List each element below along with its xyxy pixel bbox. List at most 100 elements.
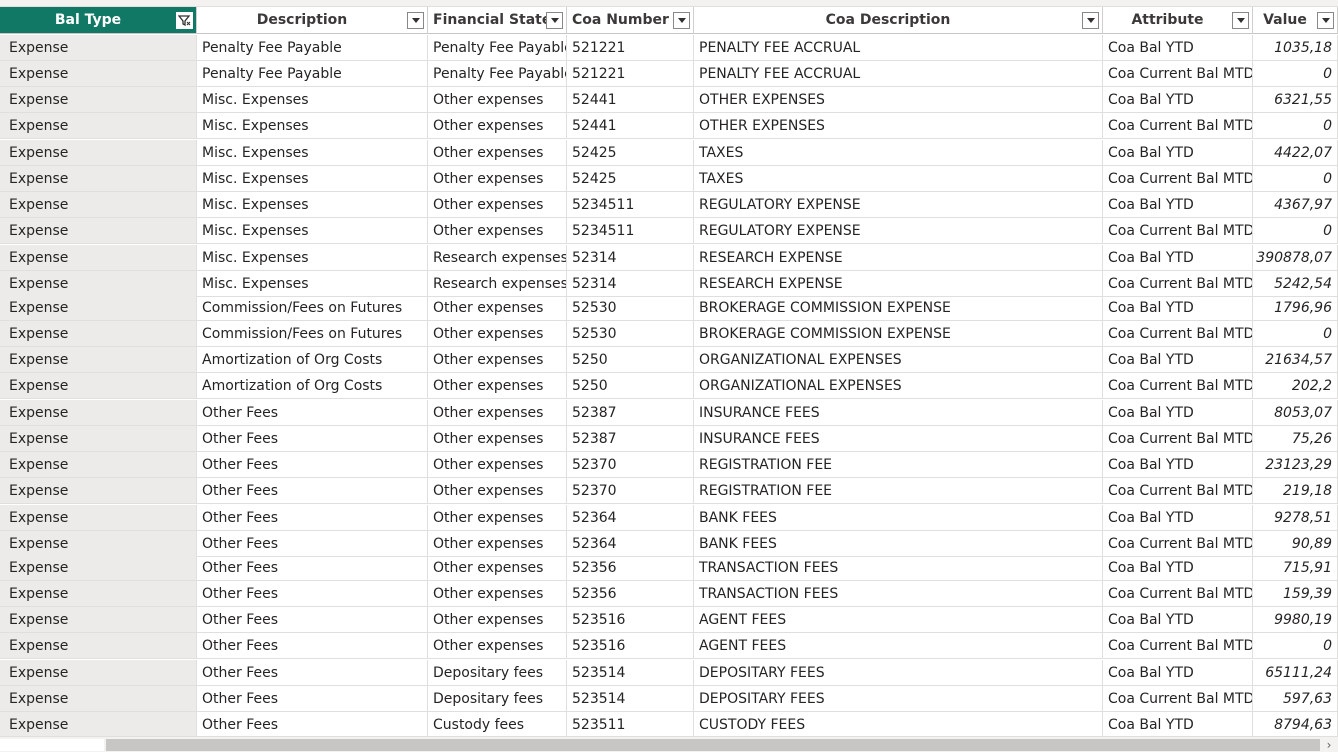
table-row[interactable]: Expense Other Fees Other expenses 52370 REGI… bbox=[0, 478, 1338, 504]
cell-coa-number: 523511 bbox=[567, 712, 694, 736]
cell-financial-statement: Penalty Fee Payable bbox=[428, 61, 567, 87]
cell-coa-description: RESEARCH EXPENSE bbox=[694, 245, 1103, 271]
cell-description: Misc. Expenses bbox=[197, 87, 428, 113]
cell-coa-number: 5234511 bbox=[567, 192, 694, 218]
chevron-down-icon[interactable] bbox=[1082, 11, 1099, 29]
column-header-label: Attribute bbox=[1131, 12, 1204, 28]
table-row[interactable]: Expense Other Fees Other expenses 523516 AGE… bbox=[0, 633, 1338, 659]
table-row[interactable]: Expense Other Fees Other expenses 52356 TRAN… bbox=[0, 581, 1338, 607]
column-header-label: Coa Description bbox=[825, 12, 951, 28]
column-header-financial-statement[interactable]: Financial Stater bbox=[428, 7, 567, 34]
table-row[interactable]: Expense Other Fees Other expenses 52370 REGI… bbox=[0, 452, 1338, 478]
table-row[interactable]: Expense Misc. Expenses Other expenses 52441… bbox=[0, 113, 1338, 139]
table-row[interactable]: Expense Commission/Fees on Futures Other e… bbox=[0, 295, 1338, 321]
cell-attribute: Coa Current Bal MTD bbox=[1103, 166, 1253, 192]
scroll-right-arrow-icon[interactable]: › bbox=[1322, 737, 1336, 752]
cell-value: 9278,51 bbox=[1253, 505, 1338, 531]
cell-attribute: Coa Bal YTD bbox=[1103, 192, 1253, 218]
cell-coa-description: INSURANCE FEES bbox=[694, 400, 1103, 426]
cell-bal-type: Expense bbox=[0, 245, 197, 271]
table-row[interactable]: Expense Other Fees Other expenses 52364 BANK… bbox=[0, 531, 1338, 557]
cell-financial-statement: Other expenses bbox=[428, 113, 567, 139]
table-row[interactable]: Expense Other Fees Other expenses 52387 INSU… bbox=[0, 426, 1338, 452]
cell-bal-type: Expense bbox=[0, 35, 197, 61]
column-header-description[interactable]: Description bbox=[197, 7, 428, 34]
cell-financial-statement: Other expenses bbox=[428, 295, 567, 321]
cell-financial-statement: Research expenses bbox=[428, 245, 567, 271]
table-row[interactable]: Expense Misc. Expenses Research expenses 52… bbox=[0, 271, 1338, 297]
table-row[interactable]: Expense Amortization of Org Costs Other ex… bbox=[0, 373, 1338, 399]
chevron-down-icon[interactable] bbox=[1232, 11, 1249, 29]
chevron-down-icon[interactable] bbox=[1317, 11, 1334, 29]
table-row[interactable]: Expense Misc. Expenses Other expenses 52425… bbox=[0, 140, 1338, 166]
cell-value: 0 bbox=[1253, 218, 1338, 244]
cell-description: Misc. Expenses bbox=[197, 245, 428, 271]
cell-value: 9980,19 bbox=[1253, 607, 1338, 633]
table-row[interactable]: Expense Amortization of Org Costs Other ex… bbox=[0, 347, 1338, 373]
chevron-down-icon[interactable] bbox=[673, 11, 690, 29]
cell-attribute: Coa Current Bal MTD bbox=[1103, 633, 1253, 659]
table-row[interactable]: Expense Other Fees Depositary fees 523514 DE… bbox=[0, 686, 1338, 712]
cell-bal-type: Expense bbox=[0, 61, 197, 87]
cell-coa-number: 523516 bbox=[567, 607, 694, 633]
table-row[interactable]: Expense Other Fees Other expenses 52364 BANK… bbox=[0, 505, 1338, 531]
filter-icon[interactable] bbox=[176, 11, 193, 29]
cell-coa-number: 523516 bbox=[567, 633, 694, 659]
cell-bal-type: Expense bbox=[0, 295, 197, 321]
cell-financial-statement: Other expenses bbox=[428, 505, 567, 531]
cell-coa-number: 5250 bbox=[567, 373, 694, 399]
cell-financial-statement: Other expenses bbox=[428, 531, 567, 557]
cell-financial-statement: Other expenses bbox=[428, 140, 567, 166]
cell-attribute: Coa Current Bal MTD bbox=[1103, 531, 1253, 557]
table-row[interactable]: Expense Penalty Fee Payable Penalty Fee Pa… bbox=[0, 35, 1338, 61]
table-row[interactable]: Expense Other Fees Other expenses 52387 INSU… bbox=[0, 400, 1338, 426]
chevron-down-icon[interactable] bbox=[407, 11, 424, 29]
cell-coa-description: REGULATORY EXPENSE bbox=[694, 192, 1103, 218]
cell-value: 219,18 bbox=[1253, 478, 1338, 504]
column-header-value[interactable]: Value bbox=[1253, 7, 1338, 34]
table-row[interactable]: Expense Misc. Expenses Other expenses 52425… bbox=[0, 166, 1338, 192]
cell-value: 159,39 bbox=[1253, 581, 1338, 607]
scrollbar-track[interactable] bbox=[0, 739, 104, 751]
cell-description: Penalty Fee Payable bbox=[197, 61, 428, 87]
cell-bal-type: Expense bbox=[0, 607, 197, 633]
column-header-coa-description[interactable]: Coa Description bbox=[694, 7, 1103, 34]
cell-coa-description: OTHER EXPENSES bbox=[694, 113, 1103, 139]
cell-coa-description: TRANSACTION FEES bbox=[694, 581, 1103, 607]
cell-bal-type: Expense bbox=[0, 321, 197, 347]
cell-description: Misc. Expenses bbox=[197, 218, 428, 244]
cell-value: 0 bbox=[1253, 61, 1338, 87]
table-row[interactable]: Expense Other Fees Other expenses 52356 TRAN… bbox=[0, 555, 1338, 581]
table-row[interactable]: Expense Commission/Fees on Futures Other e… bbox=[0, 321, 1338, 347]
table-row[interactable]: Expense Misc. Expenses Other expenses 52441… bbox=[0, 87, 1338, 113]
cell-coa-description: OTHER EXPENSES bbox=[694, 87, 1103, 113]
scrollbar-thumb[interactable] bbox=[106, 739, 1320, 751]
cell-attribute: Coa Bal YTD bbox=[1103, 87, 1253, 113]
horizontal-scrollbar[interactable]: › bbox=[0, 736, 1338, 752]
column-header-coa-number[interactable]: Coa Number bbox=[567, 7, 694, 34]
cell-description: Amortization of Org Costs bbox=[197, 373, 428, 399]
table-row[interactable]: Expense Misc. Expenses Other expenses 52345… bbox=[0, 218, 1338, 244]
cell-coa-description: BROKERAGE COMMISSION EXPENSE bbox=[694, 321, 1103, 347]
cell-attribute: Coa Bal YTD bbox=[1103, 245, 1253, 271]
cell-attribute: Coa Bal YTD bbox=[1103, 505, 1253, 531]
cell-coa-number: 523514 bbox=[567, 660, 694, 686]
column-header-attribute[interactable]: Attribute bbox=[1103, 7, 1253, 34]
cell-financial-statement: Other expenses bbox=[428, 87, 567, 113]
cell-coa-number: 52387 bbox=[567, 426, 694, 452]
table-row[interactable]: Expense Other Fees Depositary fees 523514 DE… bbox=[0, 660, 1338, 686]
table-row[interactable]: Expense Penalty Fee Payable Penalty Fee Pa… bbox=[0, 61, 1338, 87]
table-row[interactable]: Expense Other Fees Custody fees 523511 CUSTO… bbox=[0, 712, 1338, 736]
cell-value: 597,63 bbox=[1253, 686, 1338, 712]
cell-coa-description: TRANSACTION FEES bbox=[694, 555, 1103, 581]
column-header-label: Bal Type bbox=[54, 12, 122, 28]
table-row[interactable]: Expense Misc. Expenses Research expenses 52… bbox=[0, 245, 1338, 271]
cell-coa-description: ORGANIZATIONAL EXPENSES bbox=[694, 347, 1103, 373]
column-header-bal-type[interactable]: Bal Type bbox=[0, 7, 197, 34]
cell-coa-description: REGISTRATION FEE bbox=[694, 478, 1103, 504]
chevron-down-icon[interactable] bbox=[546, 11, 563, 29]
cell-coa-number: 52530 bbox=[567, 295, 694, 321]
table-row[interactable]: Expense Misc. Expenses Other expenses 52345… bbox=[0, 192, 1338, 218]
table-row[interactable]: Expense Other Fees Other expenses 523516 AGE… bbox=[0, 607, 1338, 633]
cell-financial-statement: Custody fees bbox=[428, 712, 567, 736]
